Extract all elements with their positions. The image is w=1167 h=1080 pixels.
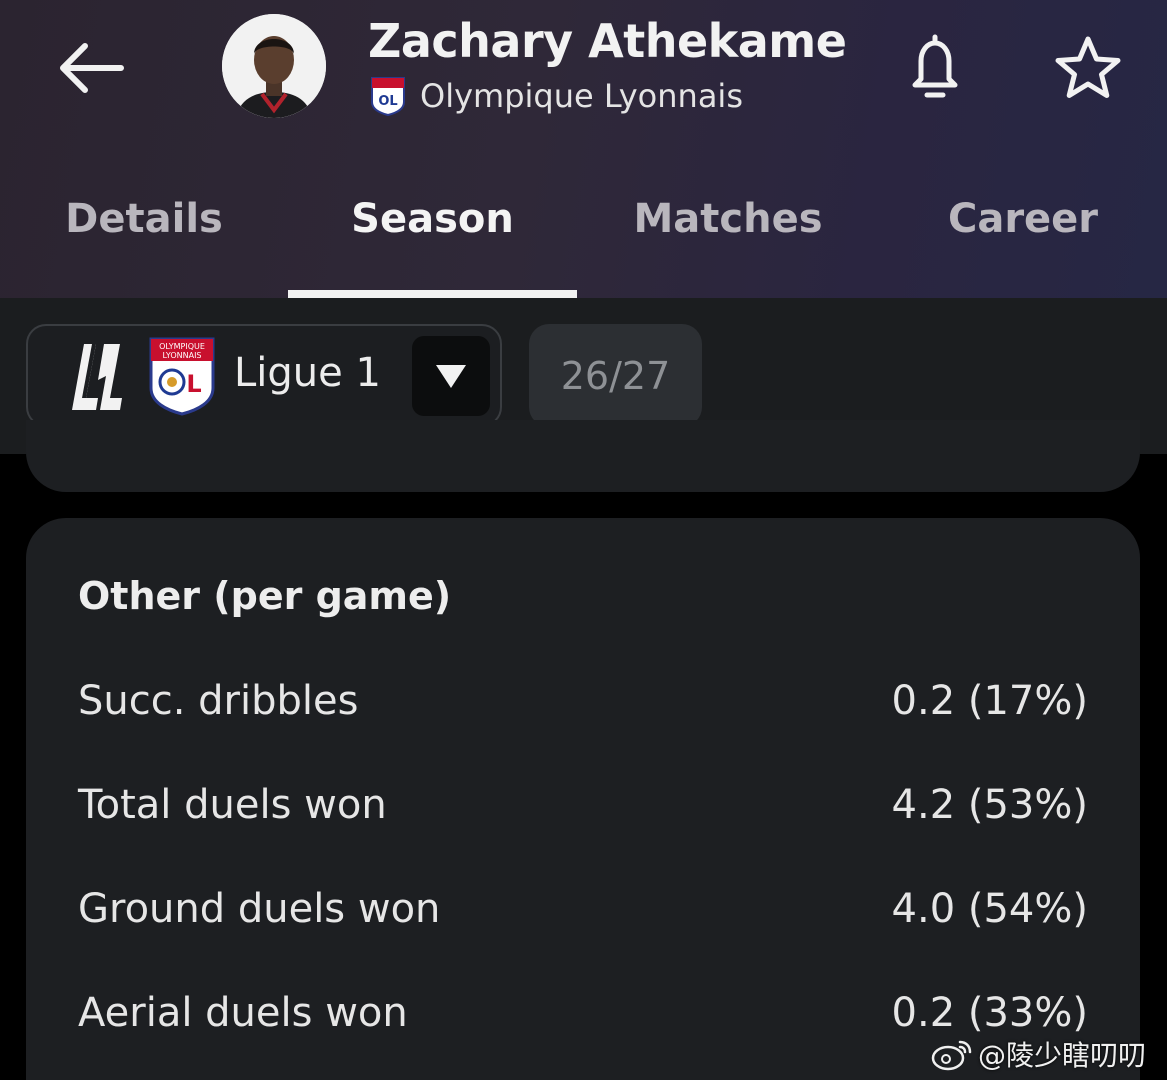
other-stats-card: Other (per game) Succ. dribbles 0.2 (17%… <box>26 518 1140 1080</box>
back-arrow-icon <box>60 43 124 93</box>
stat-value: 4.0 (54%) <box>891 886 1088 932</box>
favorite-button[interactable] <box>1050 30 1126 106</box>
lyon-badge-icon: OL <box>371 77 405 116</box>
club-link[interactable]: OL Olympique Lyonnais <box>370 76 743 116</box>
svg-text:LYONNAIS: LYONNAIS <box>162 351 201 360</box>
back-button[interactable] <box>48 28 132 108</box>
player-header: Zachary Athekame OL Olympique Lyonnais D… <box>0 0 1167 298</box>
stat-label: Succ. dribbles <box>78 678 359 724</box>
active-tab-indicator <box>288 290 577 298</box>
triangle-down-icon <box>436 365 466 388</box>
svg-text:OL: OL <box>378 94 397 109</box>
bell-icon <box>912 34 958 98</box>
player-avatar <box>222 14 326 118</box>
stat-value: 0.2 (33%) <box>891 990 1088 1036</box>
stat-value: 4.2 (53%) <box>891 782 1088 828</box>
tab-details[interactable]: Details <box>0 180 288 298</box>
notification-button[interactable] <box>900 28 970 104</box>
player-name: Zachary Athekame <box>368 14 847 68</box>
club-name: Olympique Lyonnais <box>420 77 743 115</box>
previous-stats-card <box>26 420 1140 492</box>
stat-value: 0.2 (17%) <box>891 678 1088 724</box>
tab-bar: Details Season Matches Career <box>0 180 1167 298</box>
season-selector[interactable]: 26/27 <box>529 324 702 427</box>
weibo-icon <box>931 1040 972 1071</box>
tab-matches[interactable]: Matches <box>577 180 879 298</box>
stat-label: Total duels won <box>78 782 387 828</box>
ligue1-logo-icon <box>72 344 122 410</box>
league-name: Ligue 1 <box>234 350 381 396</box>
svg-text:OLYMPIQUE: OLYMPIQUE <box>159 342 205 351</box>
tab-season[interactable]: Season <box>288 180 577 298</box>
stat-row: Succ. dribbles 0.2 (17%) <box>78 678 1088 738</box>
tab-career[interactable]: Career <box>879 180 1167 298</box>
watermark-text: @陵少瞎叨叨 <box>978 1039 1147 1072</box>
card-title: Other (per game) <box>78 574 452 618</box>
lyon-badge-icon: OLYMPIQUE LYONNAIS L <box>149 337 215 416</box>
stat-label: Ground duels won <box>78 886 441 932</box>
watermark: @陵少瞎叨叨 <box>930 1034 1146 1074</box>
league-dropdown-button[interactable] <box>412 336 490 416</box>
svg-text:L: L <box>186 370 201 398</box>
stat-row: Ground duels won 4.0 (54%) <box>78 886 1088 946</box>
stat-row: Total duels won 4.2 (53%) <box>78 782 1088 842</box>
stat-label: Aerial duels won <box>78 990 408 1036</box>
star-icon <box>1055 36 1121 98</box>
league-selector[interactable]: OLYMPIQUE LYONNAIS L Ligue 1 <box>26 324 502 427</box>
